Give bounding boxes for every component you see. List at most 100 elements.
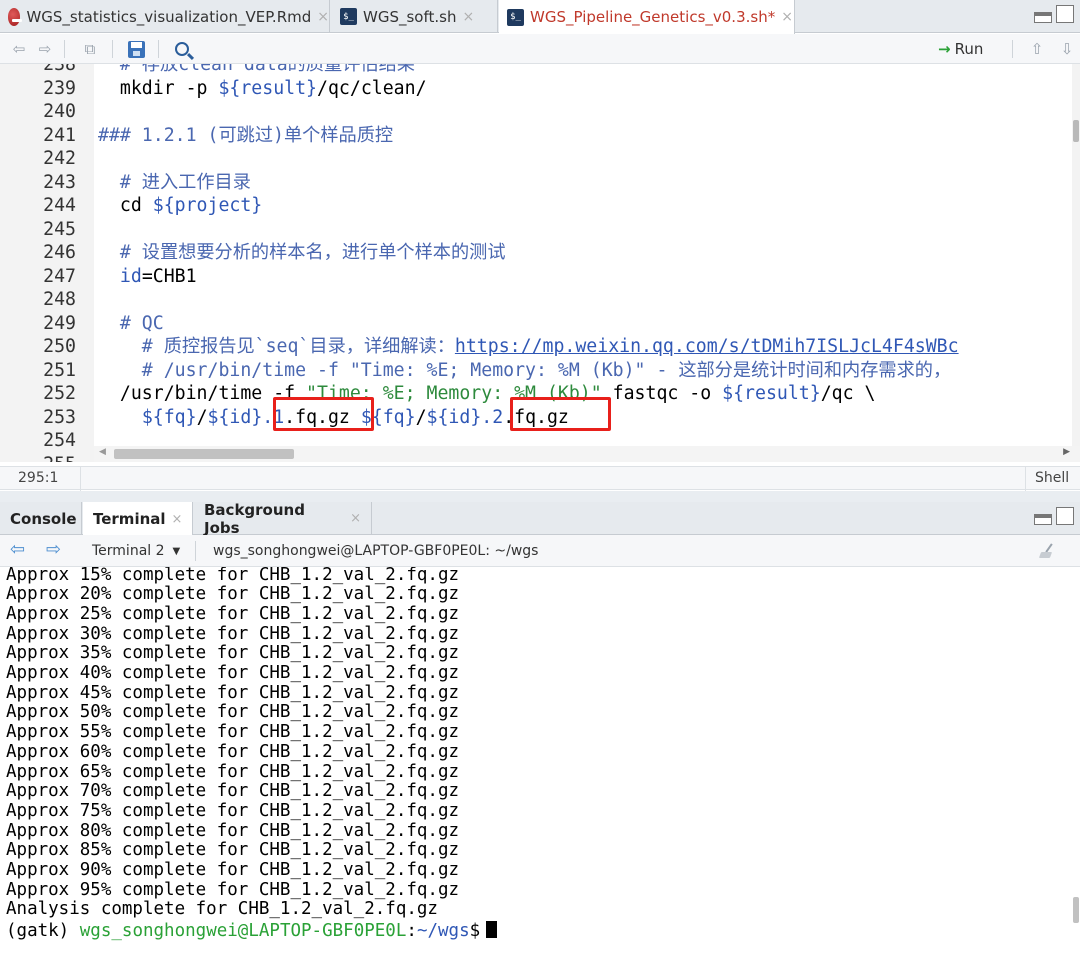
maximize-icon[interactable] xyxy=(1056,507,1074,525)
code-token: id xyxy=(98,265,142,287)
code-token: # QC xyxy=(98,312,164,334)
terminal-line: Approx 35% complete for CHB_1.2_val_2.fq… xyxy=(6,643,460,664)
code-line[interactable]: 241 ### 1.2.1 (可跳过)单个样品质控 xyxy=(0,124,1076,148)
close-icon[interactable]: × xyxy=(172,512,183,527)
code-line[interactable]: 240 xyxy=(0,100,1076,124)
terminal-line: Approx 40% complete for CHB_1.2_val_2.fq… xyxy=(6,663,460,683)
code-text: # 进入工作目录 xyxy=(98,171,251,195)
text-cursor xyxy=(486,921,498,938)
tab-background-jobs[interactable]: Background Jobs × xyxy=(194,501,372,537)
code-line[interactable]: 239 mkdir -p ${result}/qc/clean/ xyxy=(0,77,1076,101)
code-editor[interactable]: 238 # 存放clean data的质量评估结果 239 mkdir -p ${… xyxy=(0,64,1080,462)
terminal-output[interactable]: Approx 15% complete for CHB_1.2_val_2.fq… xyxy=(0,567,1080,953)
run-button[interactable]: → Run xyxy=(938,38,983,60)
toolbar-divider xyxy=(1012,40,1013,58)
code-line[interactable]: 249 # QC xyxy=(0,312,1076,336)
terminal-line: Approx 80% complete for CHB_1.2_val_2.fq… xyxy=(6,820,460,841)
chevron-down-icon: ▼ xyxy=(172,545,181,557)
scroll-left-icon[interactable]: ◀ xyxy=(99,447,106,457)
highlight-box-read2 xyxy=(510,397,611,431)
code-token: ${result} xyxy=(218,77,318,99)
terminal-line: Approx 25% complete for CHB_1.2_val_2.fq… xyxy=(6,603,460,624)
terminal-scrollbar[interactable] xyxy=(1072,567,1080,953)
save-button[interactable] xyxy=(124,38,148,60)
code-link[interactable]: https://mp.weixin.qq.com/s/tDMih7ISLJcL4… xyxy=(455,336,959,357)
tab-console[interactable]: Console xyxy=(0,502,82,535)
code-line[interactable]: 250 # 质控报告见`seq`目录，详细解读：https://mp.weixi… xyxy=(0,335,1076,359)
line-number: 253 xyxy=(43,406,76,428)
show-in-window-icon[interactable]: ⧉ xyxy=(78,38,102,60)
code-token: ${result} xyxy=(722,383,821,404)
window-controls xyxy=(1034,5,1074,23)
terminal-line: Approx 85% complete for CHB_1.2_val_2.fq… xyxy=(6,840,460,861)
terminal-line: Approx 75% complete for CHB_1.2_val_2.fq… xyxy=(6,800,460,821)
tab-terminal[interactable]: Terminal × xyxy=(83,502,193,536)
code-line[interactable]: 244 cd ${project} xyxy=(0,194,1076,218)
terminal-selector[interactable]: Terminal 2 ▼ xyxy=(92,543,180,559)
code-token: / xyxy=(196,406,208,428)
forward-arrow-icon[interactable]: ⇨ xyxy=(34,38,56,60)
editor-horizontal-scrollbar[interactable]: ◀ ▶ xyxy=(94,446,1080,462)
editor-tab-pipeline-sh[interactable]: $_ WGS_Pipeline_Genetics_v0.3.sh* × xyxy=(499,0,795,34)
code-line[interactable]: 238 # 存放clean data的质量评估结果 xyxy=(0,64,1076,77)
run-arrow-icon: → xyxy=(938,40,951,58)
code-text: # /usr/bin/time -f "Time: %E; Memory: %M… xyxy=(98,359,951,383)
code-token: /qc \ xyxy=(820,383,876,404)
code-line[interactable]: 243 # 进入工作目录 xyxy=(0,171,1076,195)
code-token: .2 xyxy=(481,406,504,428)
toolbar-divider xyxy=(64,40,65,58)
code-text: # 质控报告见`seq`目录，详细解读：https://mp.weixin.qq… xyxy=(98,335,959,359)
toolbar-divider xyxy=(158,40,159,58)
code-token: # 设置想要分析的样本名，进行单个样本的测试 xyxy=(98,242,506,263)
terminal-line: Approx 50% complete for CHB_1.2_val_2.fq… xyxy=(6,702,460,723)
code-line[interactable]: 248 xyxy=(0,288,1076,312)
editor-tab-rmd[interactable]: WGS_statistics_visualization_VEP.Rmd × xyxy=(0,0,330,33)
line-number: 251 xyxy=(43,359,76,381)
code-token: ${fq} xyxy=(141,406,197,428)
terminal-line: Approx 70% complete for CHB_1.2_val_2.fq… xyxy=(6,781,460,802)
terminal-line: Approx 45% complete for CHB_1.2_val_2.fq… xyxy=(6,682,460,703)
previous-terminal-icon[interactable]: ⇦ xyxy=(10,541,25,559)
go-to-next-section-icon[interactable]: ⇩ xyxy=(1056,38,1078,60)
terminal-path: wgs_songhongwei@LAPTOP-GBF0PE0L: ~/wgs xyxy=(213,543,539,559)
minimize-icon[interactable] xyxy=(1034,514,1052,525)
maximize-icon[interactable] xyxy=(1056,5,1074,23)
code-line[interactable]: 245 xyxy=(0,218,1076,242)
pane-splitter[interactable] xyxy=(0,491,1080,502)
code-line[interactable]: 242 xyxy=(0,147,1076,171)
close-icon[interactable]: × xyxy=(462,9,474,25)
code-line[interactable]: 247 id=CHB1 xyxy=(0,265,1076,289)
prompt-path: ~/wgs xyxy=(416,921,470,941)
code-line[interactable]: 246 # 设置想要分析的样本名，进行单个样本的测试 xyxy=(0,241,1076,265)
file-type-selector[interactable]: Shell xyxy=(1035,470,1069,486)
back-arrow-icon[interactable]: ⇦ xyxy=(8,38,30,60)
close-icon[interactable]: × xyxy=(781,9,793,25)
minimize-icon[interactable] xyxy=(1034,12,1052,23)
editor-tab-soft-sh[interactable]: $_ WGS_soft.sh × xyxy=(332,0,498,33)
code-token: ### 1.2.1 (可跳过)单个样品质控 xyxy=(98,124,394,146)
line-number: 248 xyxy=(43,289,76,310)
find-button[interactable] xyxy=(170,38,194,60)
console-tab-bar: Console Terminal × Background Jobs × xyxy=(0,501,1080,537)
search-icon xyxy=(175,42,189,56)
next-terminal-icon[interactable]: ⇨ xyxy=(46,541,61,559)
highlight-box-read1 xyxy=(273,397,374,431)
go-to-previous-section-icon[interactable]: ⇧ xyxy=(1026,38,1048,60)
code-line[interactable]: 251 # /usr/bin/time -f "Time: %E; Memory… xyxy=(0,359,1076,383)
scroll-right-icon[interactable]: ▶ xyxy=(1063,447,1070,457)
editor-vertical-scrollbar[interactable] xyxy=(1072,64,1080,462)
shell-script-icon: $_ xyxy=(340,8,357,25)
terminal-line: Approx 55% complete for CHB_1.2_val_2.fq… xyxy=(6,722,460,743)
cursor-position[interactable]: 295:1 xyxy=(18,470,58,486)
close-icon[interactable]: × xyxy=(350,511,361,526)
code-token: # /usr/bin/time -f "Time: %E; Memory: %M… xyxy=(98,359,952,381)
terminal-line: Approx 20% complete for CHB_1.2_val_2.fq… xyxy=(6,584,460,605)
window-controls xyxy=(1034,507,1074,525)
close-icon[interactable]: × xyxy=(317,9,329,25)
code-token: # 质控报告见`seq`目录，详细解读： xyxy=(98,336,455,357)
terminal-prompt[interactable]: (gatk) wgs_songhongwei@LAPTOP-GBF0PE0L:~… xyxy=(6,921,498,941)
tab-label: Console xyxy=(10,509,77,528)
clear-terminal-icon[interactable] xyxy=(1040,543,1056,559)
code-token: =CHB1 xyxy=(141,265,197,287)
scrollbar-thumb[interactable] xyxy=(114,449,294,459)
